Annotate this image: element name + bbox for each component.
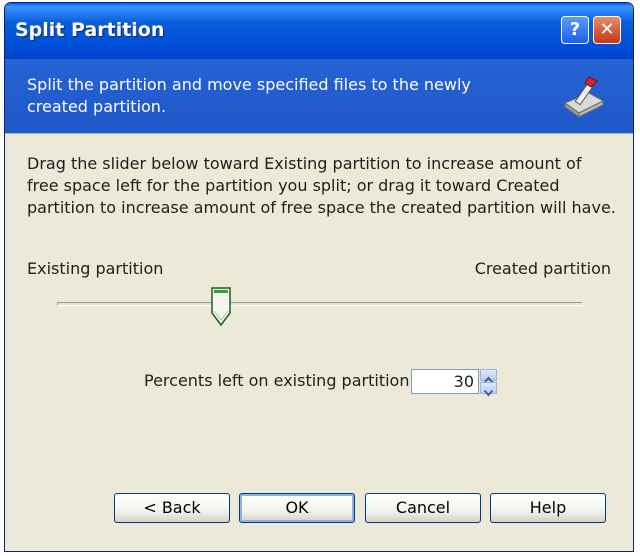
percent-label: Percents left on existing partition: [144, 371, 415, 390]
header-description: Split the partition and move specified f… [27, 75, 471, 116]
existing-partition-label: Existing partition [27, 259, 164, 278]
title-bar[interactable]: Split Partition ? ✕ [5, 3, 633, 59]
close-button[interactable]: ✕ [593, 16, 621, 44]
help-title-button[interactable]: ? [561, 16, 589, 44]
spin-up-button[interactable] [480, 369, 497, 384]
partition-slider-track[interactable] [57, 302, 583, 306]
wizard-header: Split the partition and move specified f… [5, 59, 633, 134]
percent-input[interactable]: 30 [411, 369, 479, 394]
percent-spinner [480, 369, 497, 397]
instructions-text: Drag the slider below toward Existing pa… [27, 154, 616, 217]
back-button[interactable]: < Back [114, 493, 230, 523]
ok-button[interactable]: OK [239, 493, 355, 523]
cancel-button[interactable]: Cancel [365, 493, 481, 523]
wizard-disk-icon [563, 76, 605, 118]
created-partition-label: Created partition [474, 259, 611, 278]
help-button[interactable]: Help [490, 493, 606, 523]
spin-down-button[interactable] [480, 382, 497, 397]
partition-slider-thumb[interactable] [210, 287, 232, 327]
split-partition-dialog: Split Partition ? ✕ Split the partition … [4, 2, 634, 552]
window-title: Split Partition [15, 19, 165, 41]
arrow-down-icon [483, 389, 494, 397]
